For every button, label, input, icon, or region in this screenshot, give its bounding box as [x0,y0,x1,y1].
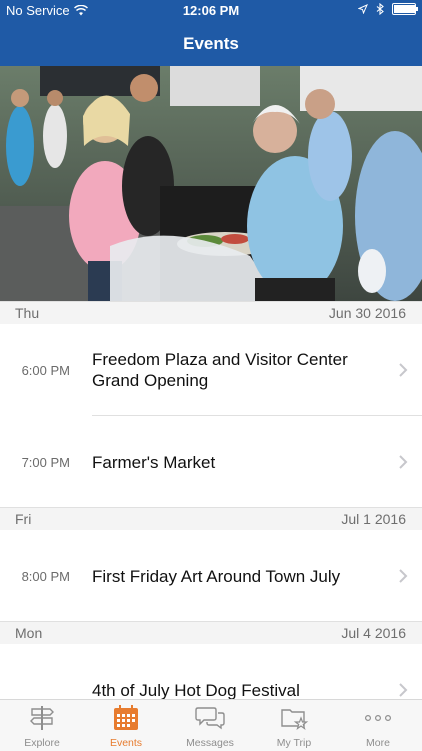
section-day: Thu [15,305,40,321]
section-date: Jul 1 2016 [341,511,406,527]
event-row[interactable]: 8:00 PM First Friday Art Around Town Jul… [0,530,422,622]
page-title: Events [183,34,239,53]
chevron-right-icon [399,569,408,583]
battery-icon [392,3,418,15]
event-title: Freedom Plaza and Visitor Center Grand O… [92,350,348,390]
tab-label: My Trip [276,737,312,749]
chevron-right-icon [399,363,408,377]
section-day: Mon [15,625,43,641]
hero-image [0,66,422,301]
bluetooth-icon [376,3,384,15]
signpost-icon [30,706,54,730]
chat-bubbles-icon [195,707,225,730]
tab-label: More [366,737,390,749]
status-bar: No Service 12:06 PM [0,0,422,22]
event-photo [0,66,422,301]
section-day: Fri [15,511,32,527]
nav-bar: Events [0,22,422,66]
chevron-right-icon [399,455,408,469]
tab-bar: Explore Events Messages My Trip More [0,699,422,751]
section-header: Thu Jun 30 2016 [0,301,422,325]
tab-label: Events [109,737,143,749]
event-time: 8:00 PM [21,569,70,584]
section-date: Jun 30 2016 [328,305,406,321]
tab-more[interactable]: More [336,700,420,751]
chevron-right-icon [399,683,408,697]
event-title: Farmer's Market [92,453,216,472]
tab-messages[interactable]: Messages [168,700,252,751]
section-date: Jul 4 2016 [341,625,406,641]
location-arrow-icon [358,4,368,14]
event-title: 4th of July Hot Dog Festival [92,681,300,700]
calendar-icon [114,705,138,730]
tab-explore[interactable]: Explore [0,700,84,751]
battery-level-fill [394,5,415,13]
event-row[interactable]: 7:00 PM Farmer's Market [0,416,422,508]
status-right [358,3,418,15]
event-time: 6:00 PM [21,363,70,378]
tab-label: Messages [186,737,234,749]
event-row[interactable]: 6:00 PM Freedom Plaza and Visitor Center… [0,324,422,416]
section-header: Mon Jul 4 2016 [0,621,422,645]
more-dots-icon [364,715,392,722]
event-time: 7:00 PM [21,455,70,470]
tab-my-trip[interactable]: My Trip [252,700,336,751]
tab-events[interactable]: Events [84,700,168,751]
folder-star-icon [281,709,309,731]
event-title: First Friday Art Around Town July [92,567,341,586]
section-header: Fri Jul 1 2016 [0,507,422,531]
tab-label: Explore [24,737,60,749]
